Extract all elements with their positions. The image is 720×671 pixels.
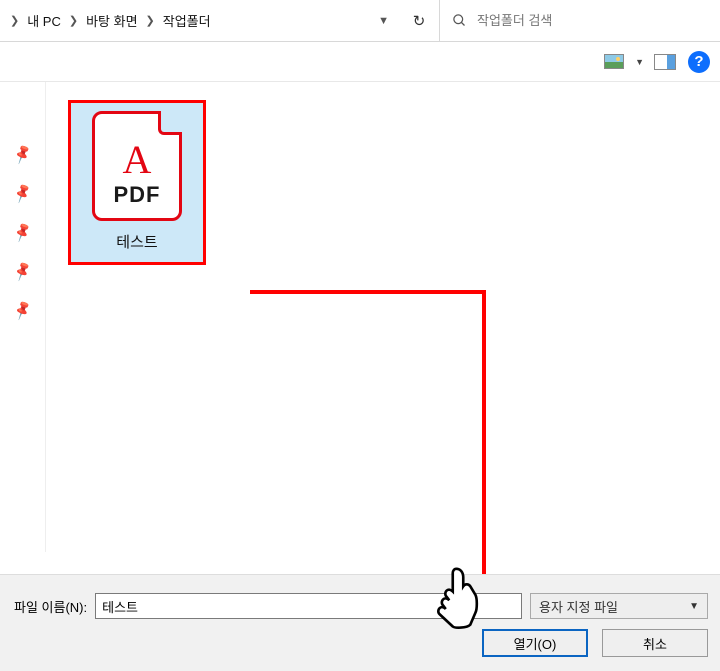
breadcrumb-item[interactable]: 바탕 화면 — [84, 9, 139, 32]
file-item-selected[interactable]: A PDF 테스트 — [68, 100, 206, 265]
help-icon[interactable]: ? — [688, 51, 710, 73]
acrobat-logo-icon: A — [123, 140, 152, 180]
file-type-label: PDF — [114, 182, 161, 208]
chevron-down-icon[interactable]: ▼ — [368, 15, 399, 27]
sidebar-pins: 📌 📌 📌 📌 📌 — [0, 82, 46, 552]
filetype-selected-label: 용자 지정 파일 — [539, 597, 618, 616]
chevron-right-icon: ❯ — [4, 14, 25, 27]
open-button[interactable]: 열기(O) — [482, 629, 588, 657]
pin-icon: 📌 — [11, 143, 34, 166]
breadcrumb-item[interactable]: 작업폴더 — [161, 9, 213, 32]
chevron-down-icon: ▼ — [689, 601, 699, 612]
filename-label: 파일 이름(N): — [14, 597, 87, 616]
chevron-right-icon: ❯ — [63, 14, 84, 27]
file-name-label: 테스트 — [71, 231, 203, 252]
chevron-right-icon: ❯ — [140, 14, 161, 27]
search-icon — [452, 13, 467, 28]
view-dropdown[interactable]: ▼ — [631, 57, 648, 67]
pin-icon: 📌 — [11, 299, 34, 322]
breadcrumb-item[interactable]: 내 PC — [25, 9, 63, 32]
filename-input[interactable] — [95, 593, 522, 619]
view-toolbar: ▼ ? — [0, 42, 720, 82]
filetype-select[interactable]: 용자 지정 파일 ▼ — [530, 593, 708, 619]
cancel-button[interactable]: 취소 — [602, 629, 708, 657]
search-input[interactable] — [477, 13, 720, 28]
preview-pane-icon[interactable] — [654, 53, 676, 71]
annotation-line — [250, 290, 482, 294]
breadcrumb[interactable]: ❯ 내 PC ❯ 바탕 화면 ❯ 작업폴더 ▼ ↻ — [0, 0, 440, 41]
refresh-icon[interactable]: ↻ — [399, 12, 439, 30]
search-bar[interactable] — [440, 0, 720, 41]
pdf-file-icon: A PDF — [92, 111, 182, 221]
pin-icon: 📌 — [11, 182, 34, 205]
pin-icon: 📌 — [11, 221, 34, 244]
view-thumbnails-icon[interactable] — [603, 53, 625, 71]
file-list[interactable]: A PDF 테스트 — [46, 82, 720, 552]
pin-icon: 📌 — [11, 260, 34, 283]
